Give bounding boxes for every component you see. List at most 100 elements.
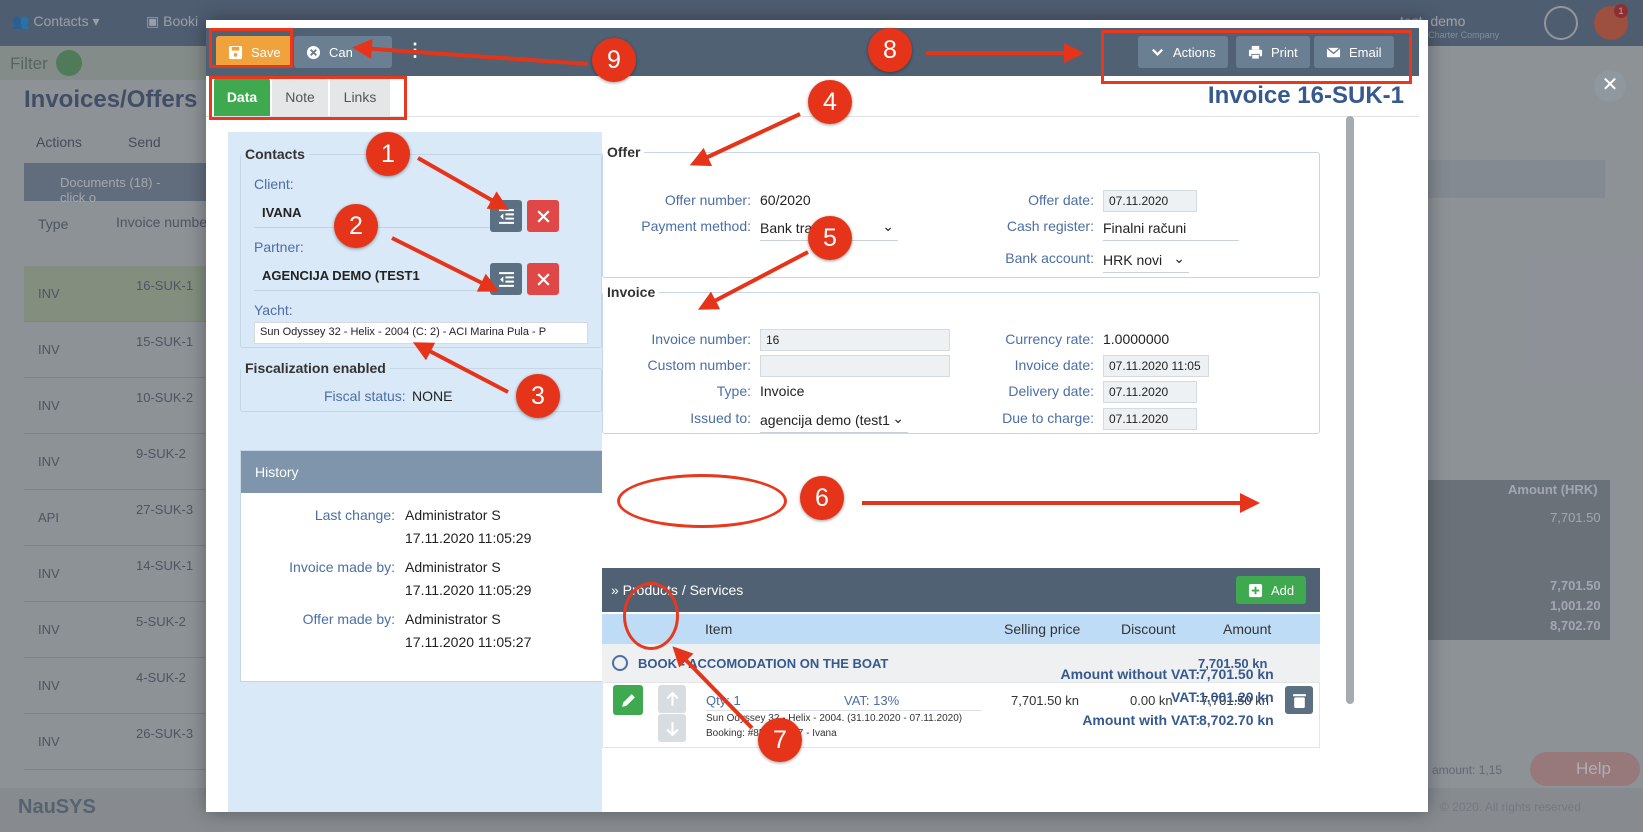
cancel-label: Can — [329, 44, 353, 60]
cash-register-label: Cash register: — [1006, 218, 1094, 234]
products-column-header: Item Selling price Discount Amount — [602, 614, 1320, 644]
add-product-button[interactable]: Add — [1236, 576, 1307, 604]
history-time: 17.11.2020 11:05:27 — [405, 634, 532, 650]
item-vat: VAT: 13% — [844, 693, 900, 708]
annotation-badge: 5 — [808, 216, 852, 260]
payment-method-label: Payment method: — [641, 218, 751, 234]
bank-account-label: Bank account: — [1005, 250, 1094, 266]
cash-register-value: Finalni računi — [1103, 220, 1187, 236]
collapse-icon[interactable] — [612, 655, 628, 671]
close-icon[interactable]: ✕ — [1594, 70, 1626, 102]
history-label: Last change: — [314, 507, 395, 523]
invoice-legend: Invoice — [607, 284, 656, 300]
list-indent-icon — [498, 208, 514, 224]
invoice-number-field[interactable]: 16 — [760, 329, 950, 351]
history-label: Invoice made by: — [289, 559, 395, 575]
annotation-badge: 4 — [808, 80, 852, 124]
history-user: Administrator S — [405, 559, 501, 575]
invoice-date-label: Invoice date: — [1014, 357, 1094, 373]
custom-number-label: Custom number: — [647, 357, 751, 373]
amount-with-vat-value: 8,702.70 kn — [1199, 712, 1274, 728]
type-label: Type: — [716, 383, 751, 399]
item-column: Item — [705, 621, 733, 637]
amount-column: Amount — [1223, 621, 1272, 637]
history-panel: History Last change: Administrator S 17.11… — [240, 450, 606, 682]
item-discount: 0.00 kn — [1130, 693, 1173, 708]
offer-date-label: Offer date: — [1028, 192, 1094, 208]
amount-without-vat-label: Amount without VAT: — [1060, 666, 1200, 682]
invoice-number-label: Invoice number: — [651, 331, 751, 347]
client-label: Client: — [254, 176, 294, 192]
partner-select-button[interactable] — [490, 263, 522, 295]
item-qty: Qty: 1 — [706, 693, 741, 708]
arrow-down-icon — [665, 721, 679, 736]
annotation-circle-products — [617, 474, 787, 528]
item-description: Sun Odyssey 32 - Helix - 2004. (31.10.20… — [706, 713, 963, 724]
yacht-field[interactable]: Sun Odyssey 32 - Helix - 2004 (C: 2) - A… — [254, 322, 588, 344]
products-header: » Products / Services Add — [602, 568, 1320, 612]
history-user: Administrator S — [405, 507, 501, 523]
selling-price-column: Selling price — [1004, 621, 1081, 637]
offer-number-label: Offer number: — [664, 192, 751, 208]
close-icon — [536, 209, 550, 223]
annotation-badge: 2 — [334, 204, 378, 248]
history-header: History — [241, 451, 605, 493]
annotation-badge: 7 — [758, 718, 802, 762]
annotation-circle-edit — [623, 582, 679, 650]
invoice-date-field[interactable]: 07.11.2020 11:05 — [1103, 355, 1209, 377]
offer-section: Offer — [602, 144, 1320, 278]
pencil-icon — [621, 693, 635, 707]
more-options-icon[interactable]: ⋮ — [406, 40, 424, 61]
vat-value: 1,001.20 kn — [1199, 689, 1274, 705]
bank-account-value: HRK novi — [1103, 252, 1163, 268]
item-price: 7,701.50 kn — [1011, 693, 1079, 708]
issued-to-label: Issued to: — [690, 410, 751, 426]
due-to-charge-field[interactable]: 07.11.2020 — [1103, 408, 1197, 430]
divider — [254, 290, 490, 291]
bank-account-select[interactable]: HRK novi ⌄ — [1103, 250, 1189, 273]
discount-column: Discount — [1121, 621, 1176, 637]
right-panel: Offer Offer number: 60/2020 Payment meth… — [602, 132, 1342, 812]
offer-number-value: 60/2020 — [760, 192, 811, 208]
fiscal-legend: Fiscalization enabled — [245, 360, 386, 376]
annotation-badge: 6 — [800, 476, 844, 520]
delivery-date-field[interactable]: 07.11.2020 — [1103, 381, 1197, 403]
delivery-date-label: Delivery date: — [1008, 383, 1094, 399]
left-panel: Contacts Client: IVANA Partner: AGENCIJA… — [228, 132, 618, 812]
annotation-box-tabs — [209, 76, 407, 120]
annotation-badge: 8 — [868, 28, 912, 72]
annotation-badge: 3 — [516, 374, 560, 418]
offer-legend: Offer — [607, 144, 641, 160]
history-time: 17.11.2020 11:05:29 — [405, 530, 532, 546]
list-indent-icon — [498, 271, 514, 287]
issued-to-value: agencija demo (test1 — [760, 412, 890, 428]
chevron-down-icon: ⌄ — [882, 218, 894, 234]
currency-rate-label: Currency rate: — [1005, 331, 1094, 347]
client-select-button[interactable] — [490, 200, 522, 232]
client-value: IVANA — [262, 205, 302, 220]
issued-to-select[interactable]: agencija demo (test1 ⌄ — [760, 410, 908, 433]
history-time: 17.11.2020 11:05:29 — [405, 582, 532, 598]
cancel-button[interactable]: Can — [294, 36, 392, 68]
custom-number-field[interactable] — [760, 355, 950, 377]
move-up-button[interactable] — [658, 685, 686, 713]
due-to-charge-label: Due to charge: — [1002, 410, 1094, 426]
offer-date-field[interactable]: 07.11.2020 — [1103, 190, 1197, 212]
partner-remove-button[interactable] — [527, 263, 559, 295]
scrollbar[interactable] — [1346, 116, 1354, 704]
move-down-button[interactable] — [658, 714, 686, 742]
annotation-box-toolbar-right — [1101, 30, 1412, 84]
amount-with-vat-label: Amount with VAT: — [1082, 712, 1200, 728]
fiscal-status-label: Fiscal status: — [324, 388, 406, 404]
type-value: Invoice — [760, 383, 805, 399]
delete-item-button[interactable] — [1285, 686, 1313, 714]
edit-item-button[interactable] — [613, 685, 643, 715]
cash-register-select[interactable]: Finalni računi — [1103, 220, 1239, 241]
partner-value: AGENCIJA DEMO (TEST1 — [262, 268, 420, 283]
currency-rate-value: 1.0000000 — [1103, 331, 1170, 347]
divider — [706, 710, 982, 711]
arrow-up-icon — [665, 691, 679, 706]
close-icon — [536, 272, 550, 286]
vat-label: VAT: — [1170, 689, 1200, 705]
client-remove-button[interactable] — [527, 200, 559, 232]
